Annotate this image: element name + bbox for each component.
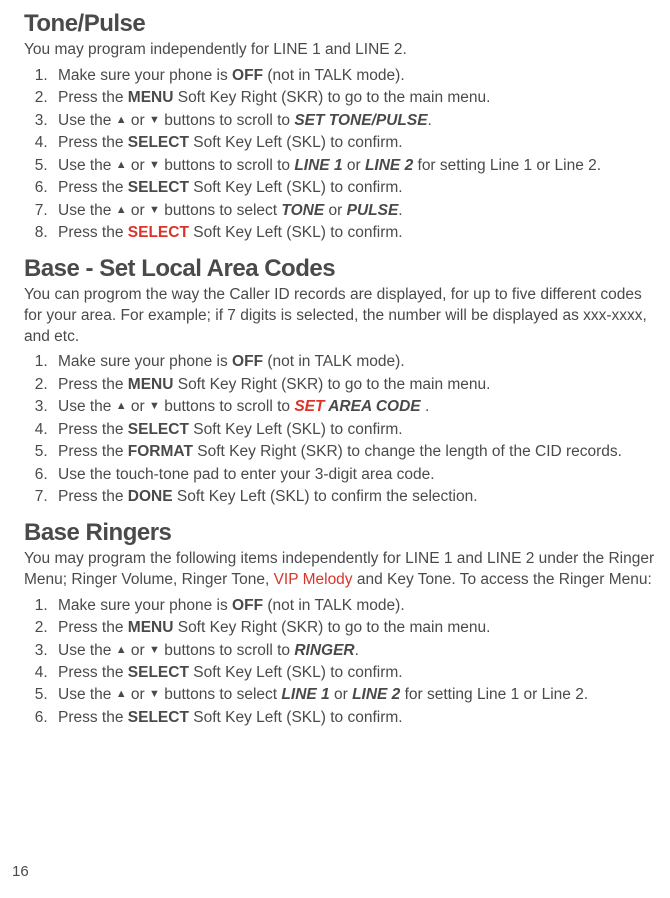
arrow-down-icon: ▼ — [149, 688, 160, 700]
list-item: Use the ▲ or ▼ buttons to select TONE or… — [52, 200, 660, 222]
arrow-down-icon: ▼ — [149, 400, 160, 412]
arrow-up-icon: ▲ — [116, 204, 127, 216]
arrow-up-icon: ▲ — [116, 643, 127, 655]
page-number: 16 — [12, 863, 29, 880]
arrow-up-icon: ▲ — [116, 114, 127, 126]
list-item: Press the MENU Soft Key Right (SKR) to g… — [52, 374, 660, 396]
arrow-down-icon: ▼ — [149, 159, 160, 171]
list-item: Press the DONE Soft Key Left (SKL) to co… — [52, 486, 660, 508]
document-page: Tone/Pulse You may program independently… — [0, 0, 670, 749]
heading-tone-pulse: Tone/Pulse — [24, 10, 660, 38]
list-base-ringers: Make sure your phone is OFF (not in TALK… — [24, 595, 660, 730]
arrow-up-icon: ▲ — [116, 400, 127, 412]
arrow-down-icon: ▼ — [149, 204, 160, 216]
list-item: Make sure your phone is OFF (not in TALK… — [52, 595, 660, 617]
list-item: Use the ▲ or ▼ buttons to scroll to SET … — [52, 396, 660, 418]
list-item: Use the ▲ or ▼ buttons to scroll to LINE… — [52, 155, 660, 177]
list-area-codes: Make sure your phone is OFF (not in TALK… — [24, 351, 660, 508]
list-item: Use the ▲ or ▼ buttons to select LINE 1 … — [52, 684, 660, 706]
arrow-up-icon: ▲ — [116, 688, 127, 700]
arrow-up-icon: ▲ — [116, 159, 127, 171]
list-item: Use the ▲ or ▼ buttons to scroll to SET … — [52, 110, 660, 132]
list-item: Press the SELECT Soft Key Left (SKL) to … — [52, 419, 660, 441]
intro-tone-pulse: You may program independently for LINE 1… — [24, 40, 660, 61]
list-item: Press the SELECT Soft Key Left (SKL) to … — [52, 132, 660, 154]
list-item: Press the FORMAT Soft Key Right (SKR) to… — [52, 441, 660, 463]
arrow-down-icon: ▼ — [149, 114, 160, 126]
list-item: Use the touch-tone pad to enter your 3-d… — [52, 464, 660, 486]
intro-area-codes: You can progrom the way the Caller ID re… — [24, 285, 660, 348]
heading-area-codes: Base - Set Local Area Codes — [24, 255, 660, 283]
intro-base-ringers: You may program the following items inde… — [24, 549, 660, 591]
list-tone-pulse: Make sure your phone is OFF (not in TALK… — [24, 65, 660, 245]
list-item: Press the SELECT Soft Key Left (SKL) to … — [52, 177, 660, 199]
list-item: Press the SELECT Soft Key Left (SKL) to … — [52, 707, 660, 729]
list-item: Use the ▲ or ▼ buttons to scroll to RING… — [52, 640, 660, 662]
list-item: Press the SELECT Soft Key Left (SKL) to … — [52, 222, 660, 244]
heading-base-ringers: Base Ringers — [24, 519, 660, 547]
list-item: Press the MENU Soft Key Right (SKR) to g… — [52, 617, 660, 639]
list-item: Make sure your phone is OFF (not in TALK… — [52, 351, 660, 373]
list-item: Press the MENU Soft Key Right (SKR) to g… — [52, 87, 660, 109]
list-item: Press the SELECT Soft Key Left (SKL) to … — [52, 662, 660, 684]
arrow-down-icon: ▼ — [149, 643, 160, 655]
list-item: Make sure your phone is OFF (not in TALK… — [52, 65, 660, 87]
